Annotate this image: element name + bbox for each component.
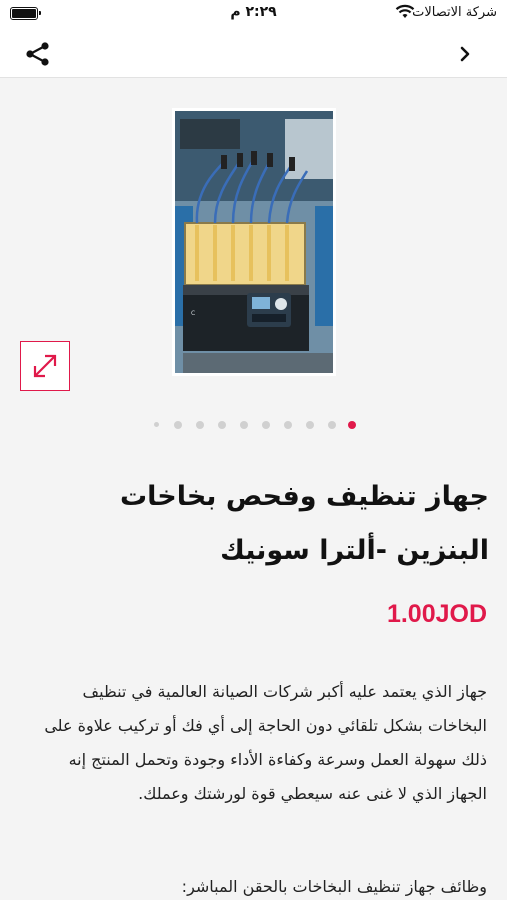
product-price: 1.00JOD xyxy=(386,600,487,628)
injector-machine-illustration: C xyxy=(175,111,333,373)
pagination-dot[interactable] xyxy=(262,421,270,429)
nav-bar xyxy=(0,30,507,78)
chevron-right-icon[interactable] xyxy=(453,42,477,66)
product-image[interactable]: C xyxy=(172,108,336,376)
gallery-pagination xyxy=(150,419,360,431)
status-bar: ٢:٢٩ م شركة الاتصالات xyxy=(0,0,507,30)
pagination-dot[interactable] xyxy=(328,421,336,429)
product-description: جهاز الذي يعتمد عليه أكبر شركات الصيانة … xyxy=(44,682,487,803)
share-icon[interactable] xyxy=(24,40,52,68)
product-title: جهاز تنظيف وفحص بخاخات البنزين -ألترا سو… xyxy=(119,481,489,566)
pagination-dot[interactable] xyxy=(284,421,292,429)
expand-image-button[interactable] xyxy=(20,341,70,391)
pagination-dot-active[interactable] xyxy=(348,421,356,429)
svg-text:C: C xyxy=(191,310,195,317)
pagination-dot[interactable] xyxy=(306,421,314,429)
pagination-dot[interactable] xyxy=(154,422,159,427)
functions-heading: وظائف جهاز تنظيف البخاخات بالحقن المباشر… xyxy=(181,877,487,896)
carrier-name: شركة الاتصالات xyxy=(412,5,497,20)
pagination-dot[interactable] xyxy=(196,421,204,429)
pagination-dot[interactable] xyxy=(240,421,248,429)
expand-arrows-icon xyxy=(33,354,57,378)
pagination-dot[interactable] xyxy=(174,421,182,429)
product-gallery[interactable]: C xyxy=(0,79,507,449)
pagination-dot[interactable] xyxy=(218,421,226,429)
